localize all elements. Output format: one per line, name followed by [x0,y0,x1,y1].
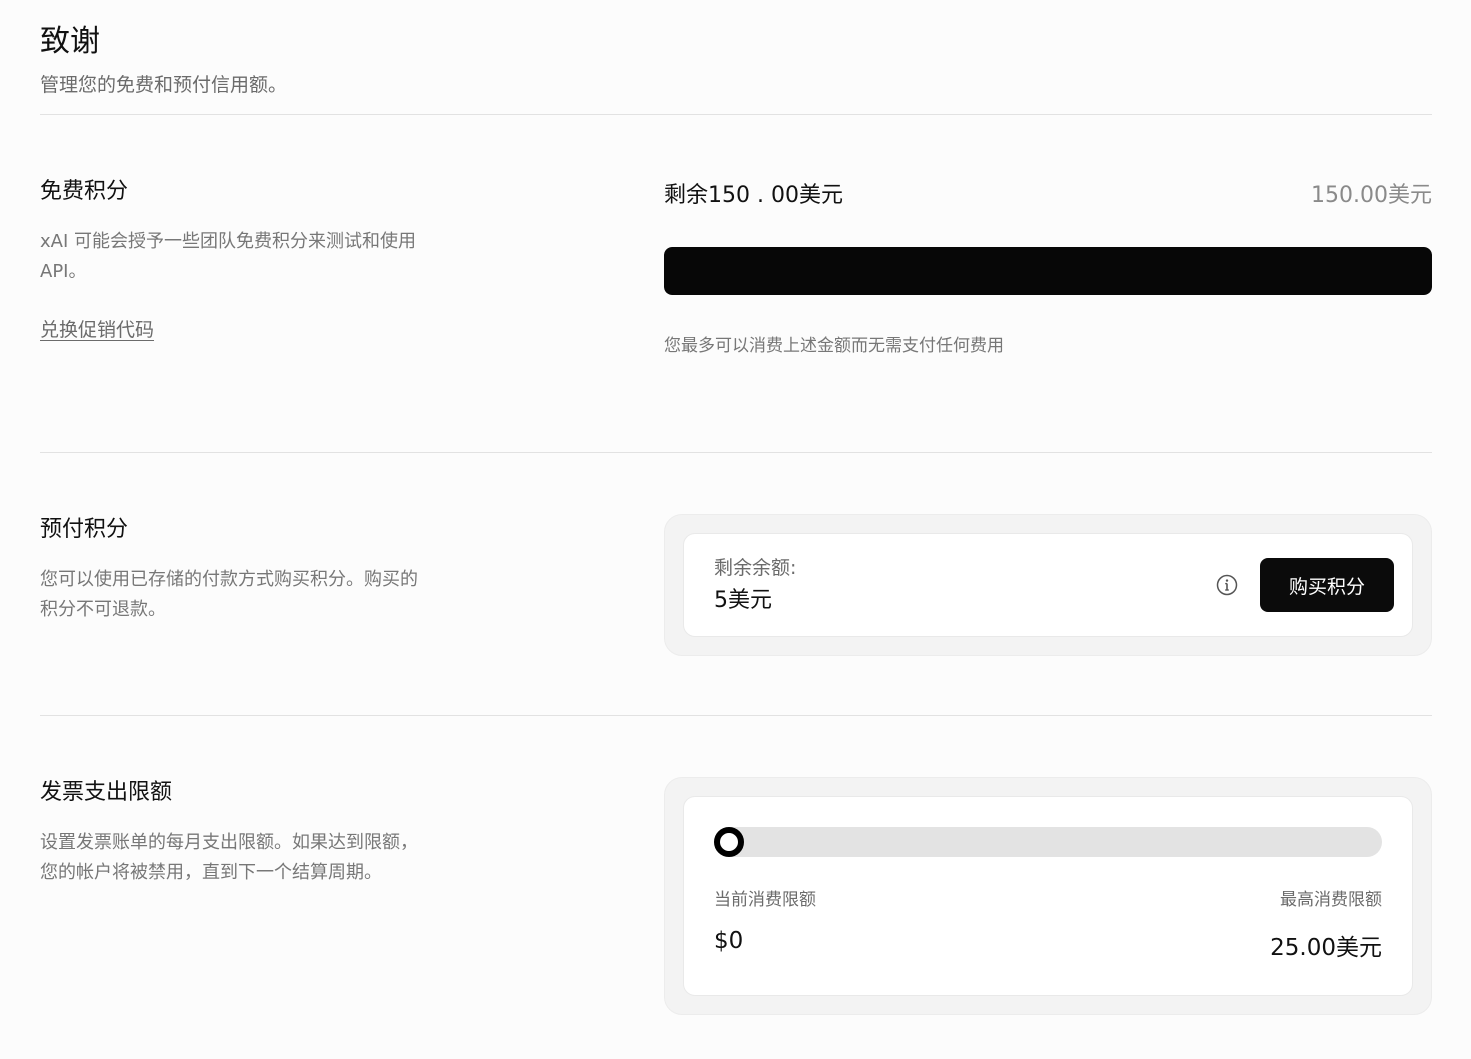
buy-credits-button[interactable]: 购买积分 [1260,558,1394,612]
max-limit-label: 最高消费限额 [1280,890,1382,910]
balance-block: 剩余余额: 5美元 [714,555,1216,615]
billing-credits-page: 致谢 管理您的免费和预付信用额。 免费积分 xAI 可能会授予一些团队免费积分来… [40,0,1432,1036]
spending-limit-info: 发票支出限额 设置发票账单的每月支出限额。如果达到限额，您的帐户将被禁用，直到下… [40,778,430,888]
max-limit-value: 25.00美元 [1270,935,1382,961]
free-credits-description: xAI 可能会授予一些团队免费积分来测试和使用 API。 [40,231,416,282]
free-credits-total: 150.00美元 [1311,183,1432,208]
prepaid-credits-section: 预付积分 您可以使用已存储的付款方式购买积分。购买的积分不可退款。 剩余余额: … [40,453,1432,716]
free-credits-remaining: 剩余150 . 00美元 [664,183,843,208]
free-credits-title: 免费积分 [40,179,129,204]
free-credits-status: 剩余150 . 00美元 150.00美元 您最多可以消费上述金额而无需支付任何… [664,177,1432,356]
spending-limit-panel: 当前消费限额 最高消费限额 $0 25.00美元 [664,777,1432,1015]
spending-limit-labels: 当前消费限额 最高消费限额 [714,885,1382,910]
prepaid-credits-info: 预付积分 您可以使用已存储的付款方式购买积分。购买的积分不可退款。 [40,515,430,625]
spending-limit-slider[interactable] [714,827,1382,857]
prepaid-credits-title: 预付积分 [40,517,129,542]
spending-limit-section: 发票支出限额 设置发票账单的每月支出限额。如果达到限额，您的帐户将被禁用，直到下… [40,716,1432,1036]
prepaid-credits-card: 剩余余额: 5美元 购买积分 [664,514,1432,656]
prepaid-balance-card: 剩余余额: 5美元 购买积分 [683,533,1413,637]
spending-limit-inner-card: 当前消费限额 最高消费限额 $0 25.00美元 [683,796,1413,996]
prepaid-credits-panel: 剩余余额: 5美元 购买积分 [664,514,1432,656]
spending-limit-card: 当前消费限额 最高消费限额 $0 25.00美元 [664,777,1432,1015]
page-title: 致谢 [40,24,100,59]
redeem-promo-code-link[interactable]: 兑换促销代码 [40,315,154,342]
page-subtitle: 管理您的免费和预付信用额。 [40,74,288,96]
free-credits-progress-fill [664,247,1432,295]
free-credits-section: 免费积分 xAI 可能会授予一些团队免费积分来测试和使用 API。 兑换促销代码… [40,115,1432,453]
spending-limit-title: 发票支出限额 [40,780,173,805]
free-credits-progress-bar [664,247,1432,295]
free-credits-note: 您最多可以消费上述金额而无需支付任何费用 [664,336,1004,356]
current-limit-label: 当前消费限额 [714,890,816,910]
page-header: 致谢 管理您的免费和预付信用额。 [40,0,1432,115]
spending-limit-description: 设置发票账单的每月支出限额。如果达到限额，您的帐户将被禁用，直到下一个结算周期。 [40,832,418,883]
free-credits-info: 免费积分 xAI 可能会授予一些团队免费积分来测试和使用 API。 兑换促销代码 [40,177,430,342]
remaining-balance-label: 剩余余额: [714,557,797,579]
info-circle-icon[interactable] [1216,574,1238,596]
free-credits-summary: 剩余150 . 00美元 150.00美元 [664,177,1432,209]
current-limit-value: $0 [714,928,744,954]
spending-limit-values: $0 25.00美元 [714,928,1382,962]
spending-limit-slider-thumb[interactable] [714,827,744,857]
prepaid-credits-description: 您可以使用已存储的付款方式购买积分。购买的积分不可退款。 [40,569,418,620]
remaining-balance-value: 5美元 [714,588,772,613]
